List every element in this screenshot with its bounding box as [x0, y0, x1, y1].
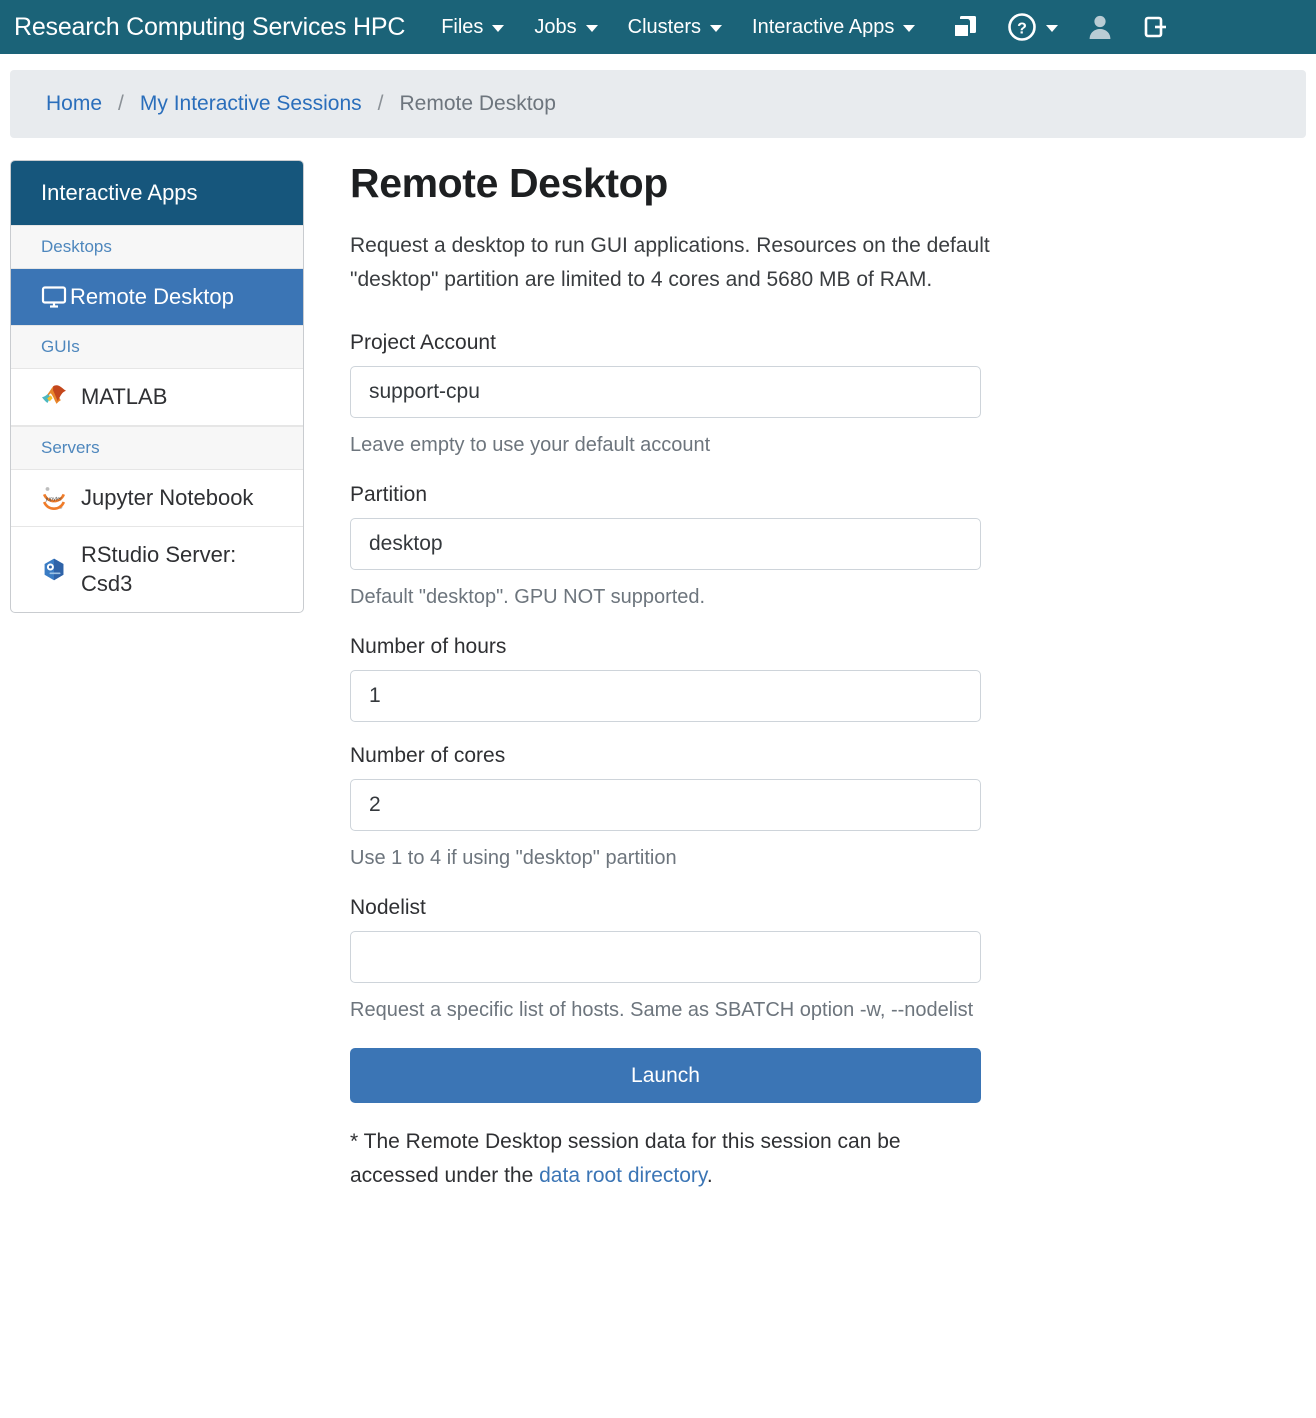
nodelist-label: Nodelist: [350, 896, 1004, 920]
breadcrumb-item-my-interactive-sessions[interactable]: My Interactive Sessions: [140, 92, 362, 116]
chevron-down-icon: [710, 25, 722, 32]
sidebar-item-label: Jupyter Notebook: [81, 484, 253, 512]
help-icon[interactable]: ?: [1007, 12, 1058, 42]
sidebar-interactive-apps: Interactive Apps Desktops Remote Desktop…: [10, 160, 304, 613]
field-number-of-hours: Number of hours: [350, 635, 1004, 722]
nav-menu-interactive-apps-label: Interactive Apps: [752, 17, 894, 37]
nav-menu-jobs-label: Jobs: [534, 17, 576, 37]
svg-text:?: ?: [1017, 21, 1027, 38]
top-navbar: Research Computing Services HPC Files Jo…: [0, 0, 1316, 54]
breadcrumb: Home / My Interactive Sessions / Remote …: [10, 70, 1306, 138]
launch-button[interactable]: Launch: [350, 1048, 981, 1103]
breadcrumb-separator: /: [378, 92, 384, 116]
sidebar-section-servers: Servers: [11, 426, 303, 470]
number-of-cores-input[interactable]: [350, 779, 981, 831]
navbar-icon-group: ?: [951, 12, 1168, 42]
field-project-account: Project Account Leave empty to use your …: [350, 331, 1004, 461]
field-nodelist: Nodelist Request a specific list of host…: [350, 896, 1004, 1026]
nav-menu-clusters-label: Clusters: [628, 17, 701, 37]
project-account-input[interactable]: [350, 366, 981, 418]
partition-input[interactable]: [350, 518, 981, 570]
sidebar-section-guis: GUIs: [11, 325, 303, 369]
sidebar-item-label: RStudio Server: Csd3: [81, 541, 291, 597]
sidebar-item-remote-desktop[interactable]: Remote Desktop: [11, 269, 303, 325]
desktop-monitor-icon: [41, 284, 67, 310]
chevron-down-icon: [586, 25, 598, 32]
breadcrumb-item-home[interactable]: Home: [46, 92, 102, 116]
main-content: Remote Desktop Request a desktop to run …: [304, 160, 1004, 1214]
project-account-help: Leave empty to use your default account: [350, 429, 1004, 461]
chevron-down-icon: [903, 25, 915, 32]
page-body: Interactive Apps Desktops Remote Desktop…: [0, 138, 1316, 1214]
svg-text:jupyter: jupyter: [45, 497, 62, 503]
jupyter-icon: jupyter: [41, 485, 67, 511]
page-description: Request a desktop to run GUI application…: [350, 229, 1004, 297]
nav-menu-jobs[interactable]: Jobs: [534, 17, 597, 37]
log-out-icon[interactable]: [1142, 13, 1168, 41]
brand-title[interactable]: Research Computing Services HPC: [14, 15, 405, 40]
rstudio-icon: [41, 557, 67, 583]
field-partition: Partition Default "desktop". GPU NOT sup…: [350, 483, 1004, 613]
sidebar-item-label: Remote Desktop: [70, 283, 234, 311]
nav-menu-files-label: Files: [441, 17, 483, 37]
nav-menu-files[interactable]: Files: [441, 17, 504, 37]
field-number-of-cores: Number of cores Use 1 to 4 if using "des…: [350, 744, 1004, 874]
matlab-icon: [41, 384, 67, 410]
number-of-hours-input[interactable]: [350, 670, 981, 722]
sidebar-section-desktops: Desktops: [11, 225, 303, 269]
breadcrumb-item-remote-desktop: Remote Desktop: [399, 92, 555, 116]
nav-menu-clusters[interactable]: Clusters: [628, 17, 722, 37]
user-account-icon[interactable]: [1086, 13, 1114, 41]
partition-label: Partition: [350, 483, 1004, 507]
sidebar-item-jupyter-notebook[interactable]: jupyter Jupyter Notebook: [11, 470, 303, 527]
my-interactive-sessions-icon[interactable]: [951, 13, 979, 41]
help-caret-icon: [1046, 25, 1058, 32]
project-account-label: Project Account: [350, 331, 1004, 355]
number-of-cores-label: Number of cores: [350, 744, 1004, 768]
remote-desktop-launch-form: Project Account Leave empty to use your …: [350, 331, 1004, 1103]
chevron-down-icon: [492, 25, 504, 32]
number-of-hours-label: Number of hours: [350, 635, 1004, 659]
sidebar-title: Interactive Apps: [11, 161, 303, 225]
sidebar-item-rstudio-server-csd3[interactable]: RStudio Server: Csd3: [11, 527, 303, 611]
number-of-cores-help: Use 1 to 4 if using "desktop" partition: [350, 842, 1004, 874]
data-root-directory-link[interactable]: data root directory: [539, 1164, 707, 1187]
session-data-footnote: * The Remote Desktop session data for th…: [350, 1125, 990, 1193]
partition-help: Default "desktop". GPU NOT supported.: [350, 581, 1004, 613]
breadcrumb-separator: /: [118, 92, 124, 116]
nav-menu-interactive-apps[interactable]: Interactive Apps: [752, 17, 915, 37]
sidebar-item-matlab[interactable]: MATLAB: [11, 369, 303, 426]
page-title: Remote Desktop: [350, 160, 1004, 207]
sidebar-item-label: MATLAB: [81, 383, 167, 411]
footnote-suffix: .: [707, 1164, 713, 1187]
nodelist-input[interactable]: [350, 931, 981, 983]
nodelist-help: Request a specific list of hosts. Same a…: [350, 994, 1004, 1026]
